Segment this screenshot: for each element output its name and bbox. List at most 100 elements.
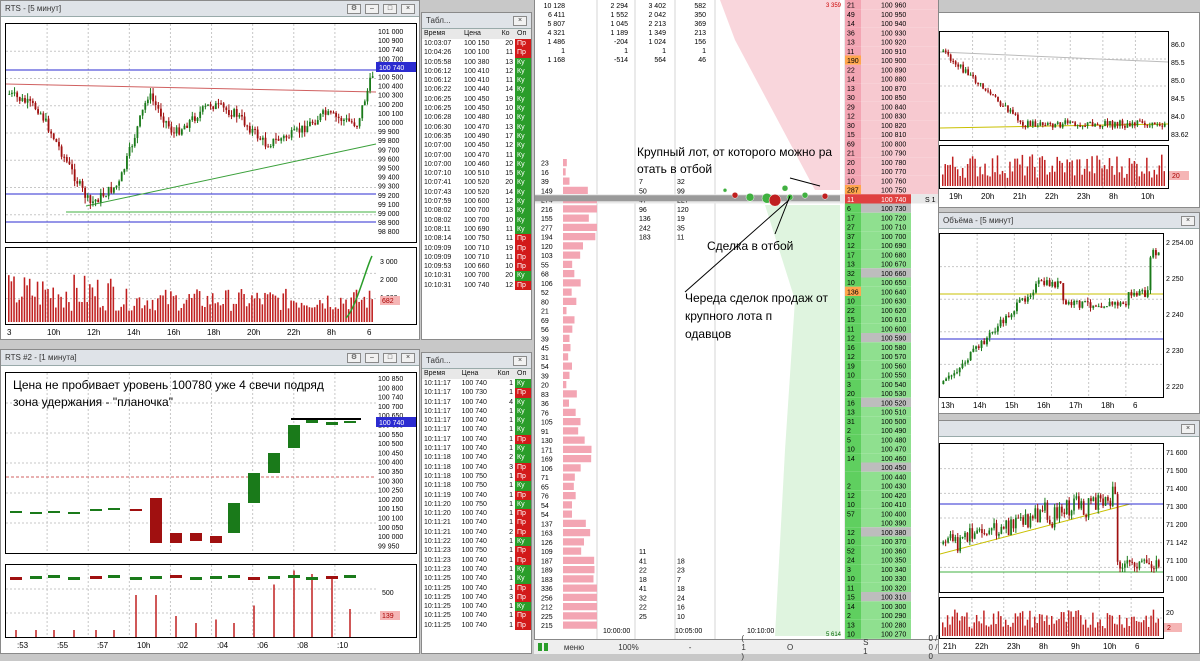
- tape-header-1[interactable]: Цена: [459, 369, 496, 379]
- tape-row[interactable]: 10:07:10 100 510 15 Ку: [422, 169, 531, 179]
- tape-row[interactable]: 10:08:02 100 700 13 Ку: [422, 206, 531, 216]
- volume-bar: [1048, 624, 1051, 636]
- tape-row[interactable]: 10:11:17 100 740 1 Ку: [422, 406, 531, 417]
- trade-time: 10:11:23: [424, 547, 451, 555]
- settings-icon[interactable]: ⚙: [347, 3, 361, 14]
- settings-icon[interactable]: ⚙: [347, 352, 361, 363]
- tape-row[interactable]: 10:04:26 100 100 11 Пр: [422, 48, 531, 58]
- right-mid-titlebar[interactable]: Объёма - [5 минут] ×: [939, 213, 1199, 229]
- tape-2-titlebar[interactable]: Табл... ×: [422, 353, 531, 369]
- tape-header-2[interactable]: Ко: [499, 29, 515, 39]
- tape-header-0[interactable]: Время: [422, 29, 463, 39]
- tape-row[interactable]: 10:11:17 100 740 1 Пр: [422, 434, 531, 445]
- maximize-icon[interactable]: □: [383, 352, 397, 363]
- tape-row[interactable]: 10:07:00 100 450 12 Ку: [422, 141, 531, 151]
- tape-row[interactable]: 10:10:31 100 740 12 Пр: [422, 280, 531, 291]
- tape-row[interactable]: 10:11:17 100 740 1 Ку: [422, 444, 531, 454]
- tape-header-1[interactable]: Цена: [462, 29, 500, 39]
- tape-row[interactable]: 10:11:25 100 740 1 Пр: [422, 611, 531, 621]
- tape-row[interactable]: 10:09:09 100 710 11 Пр: [422, 252, 531, 263]
- tape-row[interactable]: 10:11:17 100 740 1 Ку: [422, 425, 531, 435]
- close-icon[interactable]: ×: [513, 15, 527, 26]
- tape-row[interactable]: 10:11:21 100 740 1 Пр: [422, 518, 531, 528]
- rts-5min-price-plot[interactable]: 101 000100 900100 740100 700100 600100 5…: [5, 23, 417, 243]
- tape-row[interactable]: 10:11:25 100 740 1 Ку: [422, 602, 531, 612]
- tape-row[interactable]: 10:07:43 100 520 14 Ку: [422, 187, 531, 198]
- minimize-icon[interactable]: –: [365, 352, 379, 363]
- status-colors[interactable]: [538, 643, 542, 651]
- tape-row[interactable]: 10:11:25 100 740 1 Ку: [422, 574, 531, 584]
- tape-row[interactable]: 10:09:09 100 710 19 Пр: [422, 243, 531, 253]
- tape-row[interactable]: 10:06:28 100 480 10 Ку: [422, 113, 531, 123]
- rts-5min-titlebar[interactable]: RTS - [5 минут] ⚙ – □ ×: [1, 1, 419, 17]
- tape-row[interactable]: 10:08:14 100 750 11 Пр: [422, 234, 531, 244]
- candle: [975, 346, 978, 349]
- tape-row[interactable]: 10:07:59 100 600 12 Ку: [422, 197, 531, 207]
- tape-row[interactable]: 10:08:02 100 700 10 Ку: [422, 215, 531, 225]
- tape-row[interactable]: 10:11:20 100 750 1 Ку: [422, 499, 531, 510]
- rts-5min-volume-plot[interactable]: 3 0002 0001 000682: [5, 247, 417, 325]
- tape-row[interactable]: 10:06:35 100 490 17 Ку: [422, 131, 531, 142]
- tape-row[interactable]: 10:09:53 100 660 10 Пр: [422, 262, 531, 272]
- rts-1min-volume-plot[interactable]: 500 139: [5, 564, 417, 638]
- tape-row[interactable]: 10:11:23 100 740 1 Ку: [422, 564, 531, 575]
- close-icon[interactable]: ×: [401, 3, 415, 14]
- tape-row[interactable]: 10:06:22 100 440 14 Ку: [422, 85, 531, 95]
- tape-row[interactable]: 10:11:17 100 740 1 Ку: [422, 416, 531, 426]
- minimize-icon[interactable]: –: [365, 3, 379, 14]
- cluster-bar: [563, 168, 566, 176]
- maximize-icon[interactable]: □: [383, 3, 397, 14]
- tape-row[interactable]: 10:11:17 100 740 1 Ку: [422, 379, 531, 389]
- tape-row[interactable]: 10:11:20 100 740 1 Пр: [422, 509, 531, 519]
- cluster-value: 194: [541, 235, 553, 242]
- tape-row[interactable]: 10:11:17 100 740 4 Ку: [422, 397, 531, 407]
- tape-row[interactable]: 10:11:25 100 740 3 Пр: [422, 592, 531, 603]
- tape-row[interactable]: 10:11:23 100 740 1 Пр: [422, 555, 531, 565]
- tape-row[interactable]: 10:11:21 100 740 2 Пр: [422, 527, 531, 538]
- tape-row[interactable]: 10:11:23 100 750 1 Пр: [422, 546, 531, 556]
- close-icon[interactable]: ×: [1181, 423, 1195, 434]
- tape-1-titlebar[interactable]: Табл... ×: [422, 13, 531, 29]
- right-bottom-price-plot[interactable]: [939, 443, 1164, 593]
- tape-row[interactable]: 10:07:00 100 470 11 Ку: [422, 150, 531, 160]
- tape-row[interactable]: 10:07:00 100 460 12 Ку: [422, 159, 531, 170]
- tape-row[interactable]: 10:10:31 100 700 20 Ку: [422, 271, 531, 281]
- tape-header-3[interactable]: Оп: [515, 369, 531, 379]
- tape-row[interactable]: 10:05:58 100 380 13 Ку: [422, 57, 531, 67]
- tape-row[interactable]: 10:11:25 100 740 1 Пр: [422, 583, 531, 593]
- tape-row[interactable]: 10:11:22 100 740 1 Ку: [422, 537, 531, 547]
- tape-row[interactable]: 10:06:12 100 410 11 Ку: [422, 76, 531, 86]
- tape-row[interactable]: 10:06:12 100 410 12 Ку: [422, 66, 531, 77]
- tape-row[interactable]: 10:11:19 100 740 1 Пр: [422, 490, 531, 500]
- tape-row[interactable]: 10:06:30 100 470 13 Ку: [422, 122, 531, 132]
- right-mid-price-plot[interactable]: [939, 233, 1164, 398]
- tape-row[interactable]: 10:06:25 100 450 19 Ку: [422, 94, 531, 105]
- menu-button[interactable]: меню: [564, 643, 584, 652]
- rts-1min-titlebar[interactable]: RTS #2 - [1 минута] ⚙ – □ ×: [1, 350, 419, 366]
- tape-header-0[interactable]: Время: [422, 369, 460, 379]
- tape-row[interactable]: 10:11:25 100 740 1 Пр: [422, 620, 531, 631]
- right-top-price-plot[interactable]: [939, 31, 1169, 141]
- tape-row[interactable]: 10:08:11 100 690 11 Ку: [422, 224, 531, 235]
- close-icon[interactable]: ×: [401, 352, 415, 363]
- tape-row[interactable]: 10:11:18 100 750 1 Пр: [422, 471, 531, 482]
- tape-row[interactable]: 10:11:18 100 740 3 Пр: [422, 462, 531, 472]
- close-icon[interactable]: ×: [1181, 215, 1195, 226]
- tape-row[interactable]: 10:03:07 100 150 20 Пр: [422, 39, 531, 49]
- close-icon[interactable]: ×: [513, 355, 527, 366]
- status-circle[interactable]: O: [787, 643, 793, 652]
- status-colors-2[interactable]: [543, 643, 548, 651]
- right-bottom-titlebar[interactable]: ×: [939, 421, 1199, 437]
- tape-row[interactable]: 10:11:18 100 750 1 Ку: [422, 481, 531, 491]
- tape-row[interactable]: 10:07:41 100 520 20 Ку: [422, 178, 531, 188]
- tape-row[interactable]: 10:11:18 100 740 2 Ку: [422, 453, 531, 463]
- trade-side: Ку: [515, 85, 531, 95]
- right-bottom-volume-plot[interactable]: [939, 597, 1164, 639]
- tape-header-3[interactable]: Оп: [515, 29, 531, 39]
- tape-row[interactable]: 10:11:17 100 730 1 Пр: [422, 388, 531, 398]
- tape-header-2[interactable]: Кол: [495, 369, 515, 379]
- zoom-level[interactable]: 100%: [618, 643, 638, 652]
- order-book-ladder[interactable]: 10 128 2 294 3 402 582 6 411 1 552 2 042 350 5 8…: [534, 0, 939, 654]
- right-top-volume-plot[interactable]: [939, 145, 1169, 189]
- tape-row[interactable]: 10:06:25 100 450 10 Ку: [422, 104, 531, 114]
